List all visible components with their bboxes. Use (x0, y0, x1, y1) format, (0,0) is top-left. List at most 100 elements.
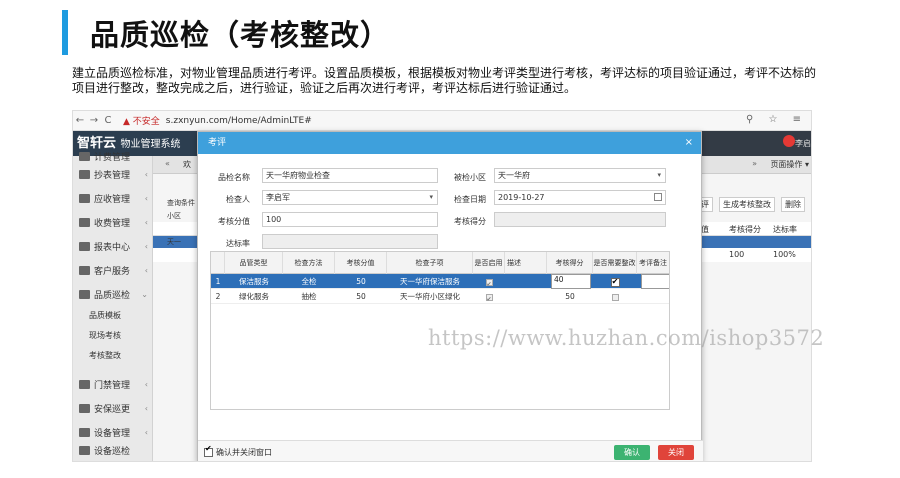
content-toolbar: 评 生成考核整改 删除 (697, 197, 805, 212)
table-row[interactable]: 2 绿化服务 抽检 50 天一华府小区绿化 50 (211, 289, 669, 304)
cell-type: 绿化服务 (239, 292, 269, 301)
chevron-left-icon: ‹ (144, 265, 148, 275)
generate-rectify-button[interactable]: 生成考核整改 (719, 197, 775, 212)
slide-title: 品质巡检（考核整改） (90, 18, 391, 52)
chevron-down-icon: ⌄ (141, 289, 148, 299)
bg-cell-rate: 100% (773, 250, 796, 259)
col-rectify: 是否需要整改 (593, 252, 637, 274)
inspector-select[interactable]: 李启军 ▾ (262, 190, 438, 205)
forward-button[interactable]: → (87, 115, 101, 126)
delete-button[interactable]: 删除 (781, 197, 805, 212)
bg-cell-score: 100 (729, 250, 745, 259)
col-score: 考核得分 (547, 252, 593, 274)
score-got-field (494, 212, 666, 227)
checkbox-icon (79, 289, 90, 299)
title-accent-bar (62, 10, 68, 55)
cart-icon (79, 217, 90, 227)
back-button[interactable]: ← (73, 115, 87, 126)
modal-header: 考评 × (198, 132, 701, 154)
tab-scroll-left[interactable]: « (165, 159, 170, 168)
col-points: 考核分值 (335, 252, 387, 274)
col-remark: 考评备注 (637, 252, 669, 274)
sidebar-subitem-rectify[interactable]: 考核整改 (73, 346, 152, 366)
report-icon (79, 241, 90, 251)
calendar-icon[interactable] (654, 193, 662, 201)
chevron-left-icon: ‹ (144, 379, 148, 389)
sidebar-item-receivable[interactable]: 应收管理 ‹ (73, 186, 152, 210)
watermark: https://www.huzhan.com/ishop3572 (428, 326, 825, 350)
insecure-badge[interactable]: ▲ 不安全 (123, 114, 160, 127)
rectify-checkbox[interactable] (611, 293, 619, 301)
sidebar-item-service[interactable]: 客户服务 ‹ (73, 258, 152, 282)
cell-enabled[interactable] (473, 274, 505, 289)
address-bar[interactable]: s.zxnyun.com/Home/AdminLTE# (166, 116, 312, 126)
cell-score[interactable]: 50 (547, 289, 593, 304)
col-item: 检查子项 (387, 252, 473, 274)
location-pin-icon[interactable] (783, 135, 795, 147)
bg-header-value: 值 (701, 225, 709, 234)
rectify-checkbox[interactable] (610, 277, 620, 287)
col-type: 品管类型 (225, 252, 283, 274)
cell-rectify[interactable] (593, 274, 637, 289)
page-ops-dropdown[interactable]: 页面操作 ▾ (770, 159, 809, 170)
chevron-left-icon: ‹ (144, 193, 148, 203)
sidebar-item-device[interactable]: 设备管理 ‹ (73, 420, 152, 444)
close-icon[interactable]: × (685, 132, 693, 154)
table-row[interactable]: 1 保洁服务 全检 50 天一华府保洁服务 40 (211, 274, 669, 289)
sidebar-item-report[interactable]: 报表中心 ‹ (73, 234, 152, 258)
shield-icon (79, 403, 90, 413)
cell-enabled[interactable] (473, 289, 505, 304)
cell-remark[interactable] (637, 289, 669, 304)
cell-rectify[interactable] (593, 289, 637, 304)
label-check-name: 品检名称 (218, 173, 250, 182)
chevron-down-icon: ▾ (429, 193, 433, 201)
bg-header-score: 考核得分 (729, 225, 761, 234)
enabled-checkbox[interactable] (485, 293, 493, 301)
sidebar-subitem-onsite[interactable]: 现场考核 (73, 326, 152, 346)
modal-footer: 确认并关闭窗口 确认 关闭 (198, 440, 703, 461)
score-points-field[interactable]: 100 (262, 212, 438, 227)
modal-dialog: 考评 × 品检名称 天一华府物业检查 被检小区 天一华府 ▾ 检查人 李启军 ▾ 检… (197, 131, 703, 461)
community-select[interactable]: 天一华府 ▾ (494, 168, 666, 183)
confirm-close-checkbox[interactable] (204, 448, 213, 457)
sidebar-item-quality[interactable]: 品质巡检 ⌄ (73, 282, 152, 306)
sidebar-item-meter[interactable]: 抄表管理 ‹ (73, 162, 152, 186)
tab-scroll-right[interactable]: » (752, 159, 757, 168)
remark-input[interactable] (641, 274, 669, 289)
user-name[interactable]: 李启 (795, 138, 811, 149)
col-enabled: 是否启用 (473, 252, 505, 274)
enabled-checkbox[interactable] (485, 278, 493, 286)
sidebar-item-access[interactable]: 门禁管理 ‹ (73, 372, 152, 396)
check-name-field[interactable]: 天一华府物业检查 (262, 168, 438, 183)
sidebar-item-device-check[interactable]: 设备巡检 (73, 444, 152, 457)
sidebar-item-billing[interactable]: 计费管理 (73, 150, 152, 163)
wrench-icon (79, 427, 90, 437)
label-inspector: 检查人 (226, 195, 250, 204)
reload-button[interactable]: C (101, 115, 115, 126)
chevron-left-icon: ‹ (144, 217, 148, 227)
rate-field (262, 234, 438, 249)
door-icon (79, 379, 90, 389)
check-date-field[interactable]: 2019-10-27 (494, 190, 666, 205)
confirm-button[interactable]: 确认 (614, 445, 650, 460)
label-check-date: 检查日期 (454, 195, 486, 204)
sidebar: 计费管理 抄表管理 ‹ 应收管理 ‹ 收费管理 ‹ 报表中心 ‹ 客户服务 ‹ 品质巡检 ⌄… (73, 151, 153, 461)
cell-points: 50 (356, 292, 366, 301)
sidebar-subitem-template[interactable]: 品质模板 (73, 306, 152, 326)
sidebar-item-patrol[interactable]: 安保巡更 ‹ (73, 396, 152, 420)
chevron-left-icon: ‹ (144, 241, 148, 251)
billing-icon (79, 151, 90, 161)
close-button[interactable]: 关闭 (658, 445, 694, 460)
browser-icons[interactable]: ⚲ ☆ ≡ (746, 114, 807, 125)
chevron-left-icon: ‹ (144, 427, 148, 437)
chevron-left-icon: ‹ (144, 169, 148, 179)
chevron-left-icon: ‹ (144, 403, 148, 413)
chevron-down-icon: ▾ (657, 171, 661, 179)
cell-desc[interactable] (505, 289, 547, 304)
confirm-close-option[interactable]: 确认并关闭窗口 (204, 447, 272, 458)
cell-desc[interactable] (505, 274, 547, 289)
sidebar-item-charge[interactable]: 收费管理 ‹ (73, 210, 152, 234)
tab-home[interactable]: 欢 (183, 159, 191, 170)
cell-item: 天一华府小区绿化 (400, 292, 460, 301)
score-input[interactable]: 40 (551, 274, 591, 289)
